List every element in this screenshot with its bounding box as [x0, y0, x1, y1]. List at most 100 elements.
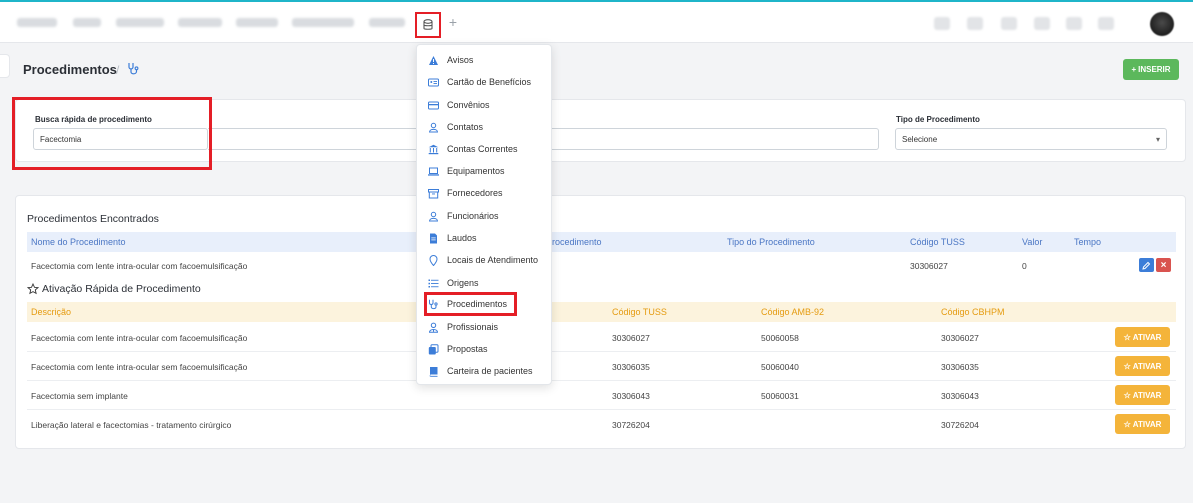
- page-title: Procedimentos: [23, 62, 117, 77]
- document-icon: [430, 233, 437, 243]
- activation-col-amb: Código AMB-92: [761, 307, 825, 317]
- menu-item-fornecedores[interactable]: Fornecedores: [428, 185, 503, 201]
- activation-cell-cbhpm: 30726204: [941, 420, 979, 430]
- menu-item-origens[interactable]: Origens: [428, 275, 479, 291]
- user-icon: [428, 211, 439, 221]
- activate-button[interactable]: ☆ ATIVAR: [1115, 356, 1170, 376]
- toolbar-icon-blurred[interactable]: [934, 17, 950, 30]
- sidebar-toggle[interactable]: [0, 54, 10, 78]
- chevron-down-icon: ▾: [1155, 135, 1160, 144]
- menu-item-label: Locais de Atendimento: [447, 255, 539, 265]
- found-col-time: Tempo: [1074, 237, 1102, 247]
- highlight-box-procedimentos: [424, 292, 517, 316]
- toolbar-icon-blurred[interactable]: [1098, 17, 1114, 30]
- edit-button[interactable]: [1139, 258, 1154, 272]
- activation-cell-amb: 50060040: [761, 362, 799, 372]
- found-section-title: Procedimentos Encontrados: [27, 213, 159, 225]
- star-icon: ☆: [1123, 419, 1131, 429]
- menu-item-profissionais[interactable]: Profissionais: [428, 319, 498, 335]
- add-menu-button[interactable]: +: [446, 15, 460, 29]
- top-navbar: +: [0, 2, 1193, 43]
- activation-cell-amb: 50060031: [761, 391, 799, 401]
- list-icon: [428, 279, 439, 287]
- nav-item-blurred[interactable]: [292, 18, 354, 27]
- star-outline-icon: [27, 283, 39, 295]
- activate-button[interactable]: ☆ ATIVAR: [1115, 414, 1170, 434]
- insert-button-label: INSERIR: [1138, 65, 1171, 74]
- toolbar-icon-blurred[interactable]: [1001, 17, 1017, 30]
- laptop-icon: [428, 167, 439, 176]
- found-col-procedure: rocedimento: [552, 237, 602, 247]
- menu-item-label: Avisos: [447, 55, 474, 65]
- activate-button-label: ATIVAR: [1132, 361, 1162, 371]
- menu-item-label: Funcionários: [447, 211, 499, 221]
- activation-col-tuss: Código TUSS: [612, 307, 667, 317]
- close-icon: ×: [1160, 259, 1167, 271]
- menu-item-label: Propostas: [447, 344, 488, 354]
- nav-item-blurred[interactable]: [369, 18, 405, 27]
- nav-item-blurred[interactable]: [116, 18, 164, 27]
- activation-cell-tuss: 30726204: [612, 420, 650, 430]
- activation-cell-cbhpm: 30306043: [941, 391, 979, 401]
- star-icon: ☆: [1123, 332, 1131, 342]
- activation-cell-cbhpm: 30306035: [941, 362, 979, 372]
- menu-item-equipamentos[interactable]: Equipamentos: [428, 163, 505, 179]
- found-col-type: Tipo do Procedimento: [727, 237, 815, 247]
- nav-item-blurred[interactable]: [236, 18, 278, 27]
- star-icon: ☆: [1123, 390, 1131, 400]
- menu-item-label: Convênios: [447, 100, 490, 110]
- insert-button[interactable]: + INSERIR: [1123, 59, 1179, 80]
- found-col-name: Nome do Procedimento: [31, 237, 126, 247]
- found-cell-name: Facectomia com lente intra-ocular com fa…: [31, 261, 248, 271]
- menu-item-label: Equipamentos: [447, 166, 505, 176]
- user-avatar[interactable]: [1150, 12, 1174, 36]
- activation-col-cbhpm: Código CBHPM: [941, 307, 1005, 317]
- menu-item-label: Fornecedores: [447, 188, 503, 198]
- user-doctor-icon: [428, 322, 439, 333]
- toolbar-icon-blurred[interactable]: [967, 17, 983, 30]
- found-col-value: Valor: [1022, 237, 1043, 247]
- activate-button[interactable]: ☆ ATIVAR: [1115, 327, 1170, 347]
- nav-item-blurred[interactable]: [73, 18, 101, 27]
- menu-item-avisos[interactable]: Avisos: [428, 52, 473, 68]
- menu-item-convenios[interactable]: Convênios: [428, 97, 490, 113]
- warning-icon: [429, 55, 438, 65]
- menu-item-cartao-beneficios[interactable]: Cartão de Benefícios: [428, 74, 531, 90]
- row-divider: [27, 380, 1176, 381]
- activation-col-description: Descrição: [31, 307, 72, 317]
- menu-item-contatos[interactable]: Contatos: [428, 119, 483, 135]
- user-icon: [428, 122, 439, 132]
- toolbar-icon-blurred[interactable]: [1034, 17, 1050, 30]
- menu-item-funcionarios[interactable]: Funcionários: [428, 208, 499, 224]
- plus-icon: +: [1131, 65, 1137, 74]
- menu-item-carteira-pacientes[interactable]: Carteira de pacientes: [428, 363, 533, 379]
- activation-section-title: Ativação Rápida de Procedimento: [42, 283, 201, 295]
- highlight-box-search: [12, 97, 212, 170]
- procedure-type-select[interactable]: Selecione ▾: [895, 128, 1167, 150]
- found-col-tuss: Código TUSS: [910, 237, 965, 247]
- menu-item-locais-atendimento[interactable]: Locais de Atendimento: [428, 252, 538, 268]
- activation-cell-description: Liberação lateral e facectomias - tratam…: [31, 420, 232, 430]
- menu-item-label: Contas Correntes: [447, 144, 518, 154]
- activate-button-label: ATIVAR: [1132, 332, 1162, 342]
- activation-cell-amb: 50060058: [761, 333, 799, 343]
- copy-icon: [428, 343, 439, 354]
- menu-item-propostas[interactable]: Propostas: [428, 341, 488, 357]
- toolbar-icon-blurred[interactable]: [1066, 17, 1082, 30]
- menu-item-laudos[interactable]: Laudos: [428, 230, 477, 246]
- procedure-type-label: Tipo de Procedimento: [896, 115, 980, 124]
- star-icon: ☆: [1123, 361, 1131, 371]
- row-divider: [27, 351, 1176, 352]
- stethoscope-icon: [128, 63, 139, 75]
- menu-item-label: Carteira de pacientes: [447, 366, 533, 376]
- database-menu-button[interactable]: [415, 12, 441, 38]
- delete-button[interactable]: ×: [1156, 258, 1171, 272]
- nav-item-blurred[interactable]: [17, 18, 57, 27]
- nav-item-blurred[interactable]: [178, 18, 222, 27]
- menu-item-contas-correntes[interactable]: Contas Correntes: [428, 141, 518, 157]
- activate-button-label: ATIVAR: [1132, 390, 1162, 400]
- procedure-type-value: Selecione: [902, 134, 938, 144]
- activate-button[interactable]: ☆ ATIVAR: [1115, 385, 1170, 405]
- bank-icon: [428, 144, 439, 154]
- location-pin-icon: [429, 254, 438, 266]
